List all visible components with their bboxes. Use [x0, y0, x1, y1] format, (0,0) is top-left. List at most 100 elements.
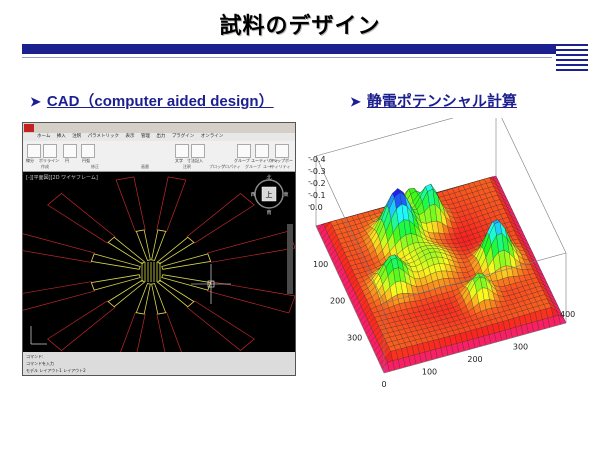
- ribbon-label: 線分: [26, 158, 34, 163]
- ribbon-label: 円: [65, 158, 69, 163]
- title-divider-stripes: [556, 44, 588, 74]
- z-tick-label: -0.3: [310, 167, 326, 176]
- potential-surface-plot: - -0.4- -0.3- -0.2- -0.1- 0.01002003000100200…: [308, 118, 575, 388]
- cad-menu-item[interactable]: 出力: [156, 134, 165, 139]
- electrode-lead: [107, 236, 146, 265]
- cad-ribbon: 線分 ポリライン 円 円弧 文字 寸法記入 グループ ユーティリティ クリップボ…: [23, 141, 295, 172]
- circle-tool-icon[interactable]: [63, 144, 77, 158]
- bond-pad-lead: [156, 176, 187, 232]
- model-tabs: モデル レイアウト1 レイアウト2: [26, 368, 86, 374]
- x-tick-label: 400: [560, 310, 575, 319]
- bond-pad-lead: [207, 281, 295, 314]
- cad-menu-item[interactable]: 管理: [141, 134, 150, 139]
- bond-pad-lead: [115, 176, 146, 232]
- slide-title: 試料のデザイン: [219, 14, 381, 39]
- line-tool-icon[interactable]: [27, 144, 41, 158]
- cad-menu-item[interactable]: パラメトリック: [88, 134, 119, 139]
- bond-pad-lead: [156, 312, 182, 352]
- bond-pad-lead: [47, 300, 116, 352]
- ribbon-group-label: 作成: [41, 164, 49, 169]
- cad-menu-item[interactable]: プラグイン: [172, 134, 195, 139]
- electrode-lead: [135, 283, 151, 315]
- ribbon-label: 文字: [175, 158, 183, 163]
- cad-menu-item[interactable]: 挿入: [57, 134, 66, 139]
- group-tool-icon[interactable]: [237, 144, 251, 158]
- electrode-lead: [151, 229, 167, 261]
- viewcube-icon[interactable]: 上 北 南 西 東: [250, 174, 288, 216]
- cad-menu-item[interactable]: 注釈: [72, 134, 81, 139]
- bond-pad-lead: [186, 192, 255, 244]
- bullet-cad: ➤ CAD（computer aided design）: [30, 90, 274, 111]
- title-divider-bar: [22, 44, 578, 54]
- ribbon-group-label: グループ: [245, 164, 261, 169]
- text-tool-icon[interactable]: [175, 144, 189, 158]
- electrode-lead: [90, 253, 141, 270]
- crosshair-cursor-icon: [191, 264, 231, 304]
- arc-tool-icon[interactable]: [81, 144, 95, 158]
- autocad-logo-icon: [24, 124, 34, 132]
- tab-layout1[interactable]: レイアウト1: [39, 368, 62, 373]
- cad-screenshot: ホーム 挿入 注釈 パラメトリック 表示 管理 出力 プラグイン オンライン 線…: [22, 122, 296, 376]
- bond-pad-lead: [186, 300, 255, 352]
- x-tick-label: 200: [467, 355, 482, 364]
- viewcube-west: 西: [250, 192, 255, 198]
- clipboard-tool-icon[interactable]: [275, 144, 289, 158]
- ribbon-group-label: プロパティ: [221, 164, 241, 169]
- electrode-pattern-drawing: 上 北 南 西 東: [23, 174, 295, 352]
- navigation-bar[interactable]: [287, 224, 293, 294]
- dimension-tool-icon[interactable]: [191, 144, 205, 158]
- cad-drawing-area[interactable]: [-][平面図][2D ワイヤフレーム] 上 北 南 西 東: [23, 172, 295, 352]
- electrode-lead: [161, 253, 212, 270]
- bond-pad-lead: [23, 281, 95, 311]
- viewcube-south: 南: [266, 209, 271, 216]
- x-tick-label: 300: [513, 343, 528, 352]
- polyline-tool-icon[interactable]: [43, 144, 57, 158]
- electrode-lead: [107, 279, 146, 308]
- tab-layout2[interactable]: レイアウト2: [63, 368, 86, 373]
- tab-model[interactable]: モデル: [26, 368, 38, 373]
- z-tick-label: -0.1: [310, 191, 326, 200]
- viewcube-north: 北: [266, 174, 271, 181]
- cad-titlebar: [23, 123, 295, 133]
- electrode-lead: [156, 236, 195, 265]
- cad-menu-bar: ホーム 挿入 注釈 パラメトリック 表示 管理 出力 プラグイン オンライン: [23, 133, 295, 141]
- ribbon-group-label: 修正: [91, 164, 99, 169]
- bond-pad-lead: [120, 312, 146, 352]
- ribbon-group-label: ユーティリティ: [263, 164, 291, 169]
- y-tick-label: 300: [347, 333, 362, 342]
- bond-pad-lead: [47, 192, 116, 244]
- ribbon-group-label: 画層: [141, 164, 149, 169]
- utility-tool-icon[interactable]: [255, 144, 269, 158]
- z-tick-label: -0.4: [310, 155, 326, 164]
- bullet-arrow-icon: ➤: [350, 94, 361, 109]
- ribbon-label: 円弧: [82, 158, 90, 163]
- electrode-lead: [161, 274, 212, 291]
- command-input[interactable]: コマンドを入力: [26, 361, 54, 367]
- z-tick-label: -0.2: [310, 179, 326, 188]
- cad-menu-item[interactable]: 表示: [126, 134, 135, 139]
- electrode-lead: [90, 274, 141, 291]
- bond-pad-lead: [23, 233, 95, 263]
- ribbon-group-label: 注釈: [183, 164, 191, 169]
- bullet-potential-text: 静電ポテンシャル計算: [366, 93, 517, 110]
- plot-box-edge: [315, 118, 454, 157]
- bullet-arrow-icon: ➤: [30, 94, 41, 109]
- viewcube-label: 上: [266, 190, 273, 199]
- bullet-cad-text: CAD（computer aided design）: [46, 93, 274, 110]
- electrode-lead: [135, 229, 151, 261]
- title-divider-line: [22, 57, 552, 58]
- bond-pad-lead: [207, 230, 295, 263]
- cad-command-line[interactable]: コマンド: コマンドを入力 モデル レイアウト1 レイアウト2: [23, 352, 295, 375]
- x-tick-label: 100: [422, 368, 437, 377]
- y-tick-label: 200: [330, 297, 345, 306]
- electrode-lead: [151, 283, 167, 315]
- cad-menu-item[interactable]: ホーム: [37, 134, 50, 139]
- viewcube-east: 東: [283, 191, 288, 198]
- ucs-icon: [30, 326, 47, 345]
- y-tick-label: 100: [313, 260, 328, 269]
- bullet-potential: ➤ 静電ポテンシャル計算: [350, 90, 517, 111]
- electrode-lead: [156, 279, 195, 308]
- x-tick-label: 0: [381, 380, 386, 388]
- cad-menu-item[interactable]: オンライン: [201, 134, 224, 139]
- z-tick-label: 0.0: [310, 203, 323, 212]
